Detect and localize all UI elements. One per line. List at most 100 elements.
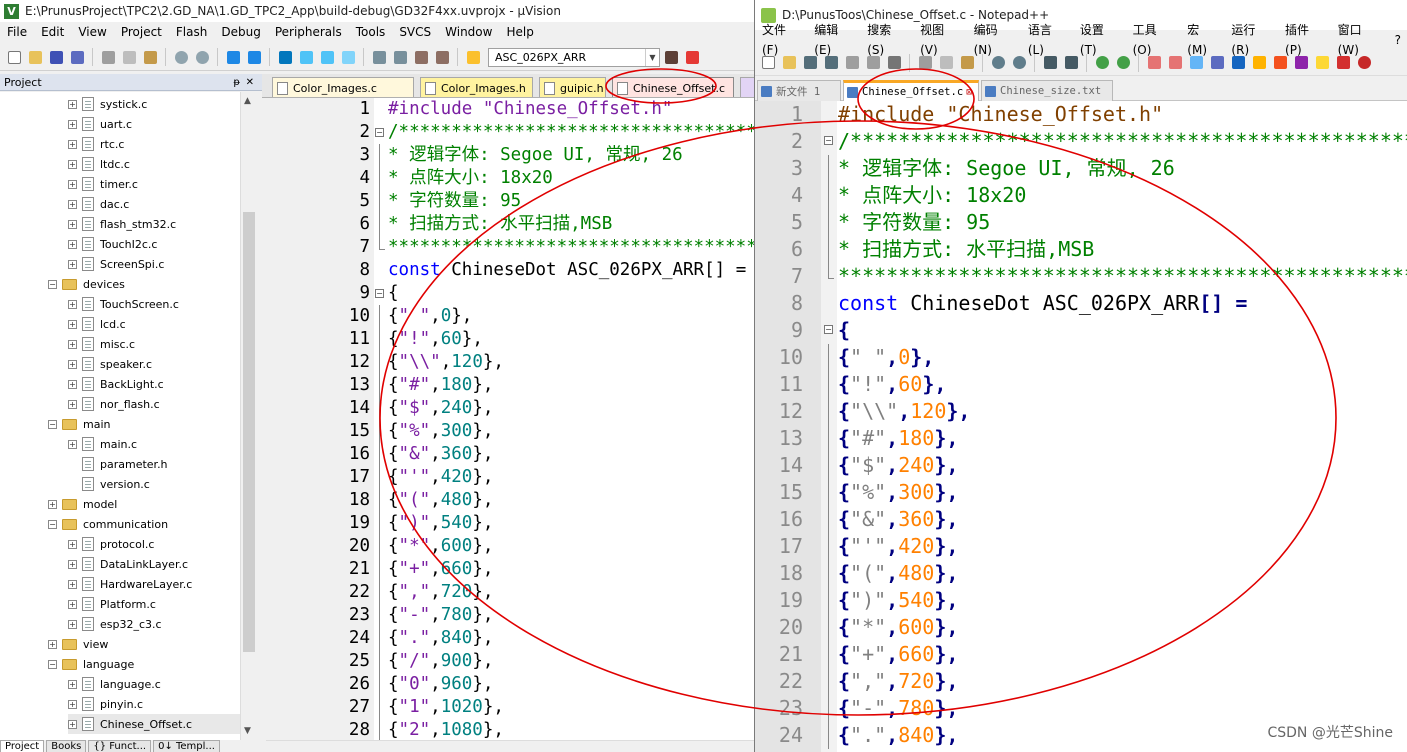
tree-file[interactable]: + BackLight.c	[68, 374, 164, 394]
tree-file[interactable]: + nor_flash.c	[68, 394, 160, 414]
scroll-up-icon[interactable]: ▲	[244, 96, 251, 106]
find-icon[interactable]	[1040, 53, 1060, 73]
tree-file[interactable]: version.c	[68, 474, 150, 494]
editor-tab[interactable]: Chinese_Offset.c	[612, 77, 734, 97]
tree-file[interactable]: + lcd.c	[68, 314, 126, 334]
close-icon[interactable]: ✕	[246, 74, 254, 91]
collapse-icon[interactable]: −	[48, 279, 57, 289]
uncomment-icon[interactable]	[432, 47, 452, 67]
close-tab-icon[interactable]: ⊠	[966, 87, 975, 97]
redo-icon[interactable]	[192, 47, 212, 67]
tree-file[interactable]: + Platform.c	[68, 594, 156, 614]
np-menu-item[interactable]: ?	[1388, 30, 1407, 50]
menu-item-help[interactable]: Help	[499, 22, 540, 43]
redo-icon[interactable]	[1009, 53, 1029, 73]
nav-back-icon[interactable]	[223, 47, 243, 67]
notepadpp-code-editor[interactable]: 1 #include "Chinese_Offset.h" 2−/*********…	[755, 101, 1407, 752]
find-icon[interactable]	[661, 47, 681, 67]
save-icon[interactable]	[800, 53, 820, 73]
tree-file[interactable]: + esp32_c3.c	[68, 614, 162, 634]
menu-item-tools[interactable]: Tools	[349, 22, 393, 43]
bookmark-next-icon[interactable]	[317, 47, 337, 67]
expand-icon[interactable]: +	[68, 359, 77, 369]
expand-icon[interactable]: +	[68, 679, 77, 689]
tree-file[interactable]: + systick.c	[68, 94, 147, 114]
menu-item-flash[interactable]: Flash	[169, 22, 214, 43]
np-tab[interactable]: Chinese_size.txt	[981, 80, 1113, 101]
uvision-horizontal-scrollbar[interactable]	[266, 740, 754, 752]
tree-file[interactable]: + flash_stm32.c	[68, 214, 176, 234]
editor-tab[interactable]: guipic.h	[539, 77, 606, 97]
tree-file[interactable]: + TouchI2c.c	[68, 234, 157, 254]
replace-icon[interactable]	[1061, 53, 1081, 73]
tree-file[interactable]: + language.c	[68, 674, 161, 694]
expand-icon[interactable]: +	[68, 319, 77, 329]
undo-icon[interactable]	[171, 47, 191, 67]
monitoring-icon[interactable]	[1333, 53, 1353, 73]
tree-file[interactable]: + Chinese_Offset.c	[68, 714, 240, 734]
fold-marker[interactable]: −	[374, 121, 384, 144]
indent-guide-icon[interactable]	[1228, 53, 1248, 73]
sync-horizontal-icon[interactable]	[1165, 53, 1185, 73]
bookmark-icon[interactable]	[275, 47, 295, 67]
copy-icon[interactable]	[119, 47, 139, 67]
expand-icon[interactable]: +	[68, 159, 77, 169]
expand-icon[interactable]: +	[68, 579, 77, 589]
tree-file[interactable]: + uart.c	[68, 114, 132, 134]
bookmark-clear-icon[interactable]	[338, 47, 358, 67]
tree-file[interactable]: + DataLinkLayer.c	[68, 554, 188, 574]
incremental-find-icon[interactable]	[682, 47, 702, 67]
expand-icon[interactable]: +	[68, 559, 77, 569]
tree-folder[interactable]: − main	[48, 414, 110, 434]
function-list-icon[interactable]	[1291, 53, 1311, 73]
expand-icon[interactable]: +	[68, 539, 77, 549]
tree-file[interactable]: + protocol.c	[68, 534, 154, 554]
copy-icon[interactable]	[936, 53, 956, 73]
open-folder-icon[interactable]	[779, 53, 799, 73]
find-in-files-icon[interactable]	[463, 47, 483, 67]
tree-file[interactable]: + misc.c	[68, 334, 135, 354]
expand-icon[interactable]: +	[68, 239, 77, 249]
expand-icon[interactable]: +	[68, 99, 77, 109]
paste-icon[interactable]	[140, 47, 160, 67]
show-all-chars-icon[interactable]	[1207, 53, 1227, 73]
comment-icon[interactable]	[411, 47, 431, 67]
panel-tab[interactable]: 0↓ Templ...	[153, 740, 220, 752]
collapse-icon[interactable]: −	[48, 519, 57, 529]
word-wrap-icon[interactable]	[1186, 53, 1206, 73]
expand-icon[interactable]: +	[68, 619, 77, 629]
menu-item-peripherals[interactable]: Peripherals	[268, 22, 349, 43]
new-file-icon[interactable]	[758, 53, 778, 73]
record-macro-icon[interactable]	[1354, 53, 1374, 73]
project-tree-scrollbar[interactable]: ▲ ▼	[240, 92, 257, 740]
expand-icon[interactable]: +	[68, 259, 77, 269]
editor-tab[interactable]: Color_Images.h	[420, 77, 533, 97]
cut-icon[interactable]	[915, 53, 935, 73]
tree-file[interactable]: + TouchScreen.c	[68, 294, 179, 314]
menu-item-window[interactable]: Window	[438, 22, 499, 43]
collapse-icon[interactable]: −	[48, 659, 57, 669]
expand-icon[interactable]: +	[68, 199, 77, 209]
fold-marker[interactable]: −	[823, 128, 835, 155]
np-tab[interactable]: 新文件 1	[757, 80, 841, 101]
expand-icon[interactable]: +	[68, 599, 77, 609]
menu-item-project[interactable]: Project	[114, 22, 169, 43]
new-file-icon[interactable]	[4, 47, 24, 67]
panel-tab[interactable]: Books	[46, 740, 87, 752]
expand-icon[interactable]: +	[48, 639, 57, 649]
fold-marker[interactable]: −	[374, 282, 384, 305]
scrollbar-thumb[interactable]	[243, 212, 255, 652]
uvision-code-editor[interactable]: 1 #include "Chinese_Offset.h" 2−/*********…	[266, 98, 754, 740]
menu-item-file[interactable]: File	[0, 22, 34, 43]
zoom-in-icon[interactable]	[1092, 53, 1112, 73]
save-all-icon[interactable]	[67, 47, 87, 67]
tree-file[interactable]: + rtc.c	[68, 134, 124, 154]
bookmark-prev-icon[interactable]	[296, 47, 316, 67]
expand-icon[interactable]: +	[68, 219, 77, 229]
expand-icon[interactable]: +	[68, 339, 77, 349]
close-all-icon[interactable]	[863, 53, 883, 73]
tree-file[interactable]: + speaker.c	[68, 354, 152, 374]
expand-icon[interactable]: +	[68, 699, 77, 709]
tree-file[interactable]: + timer.c	[68, 174, 138, 194]
paste-icon[interactable]	[957, 53, 977, 73]
